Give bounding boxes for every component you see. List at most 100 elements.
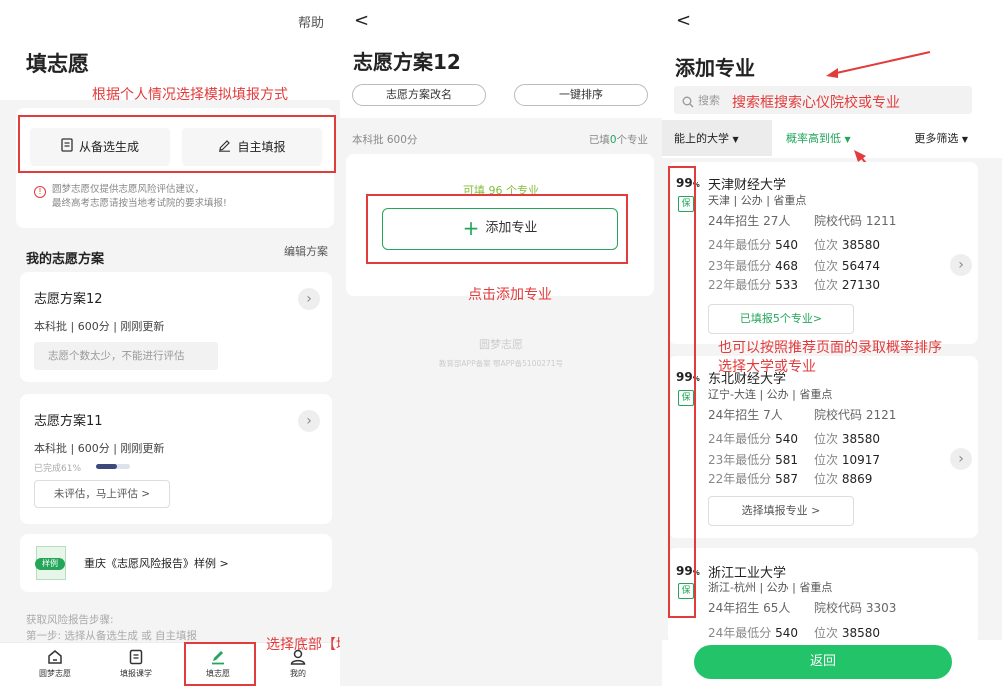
rank-row: 位次 56474 — [814, 259, 881, 273]
highlight-add-major — [366, 194, 628, 264]
caret-down-icon: ▼ — [961, 135, 968, 144]
filled-count: 已填0个专业 — [589, 132, 648, 147]
score-row: 22年最低分 587 — [708, 472, 799, 486]
my-plans-heading: 我的志愿方案 — [26, 252, 105, 267]
rank-row: 位次 38580 — [814, 238, 881, 252]
annotation-click-add: 点击添加专业 — [468, 287, 552, 303]
report-sample-card[interactable]: 样例 重庆《志愿风险报告》样例 > — [20, 534, 332, 592]
score-row: 22年最低分 533 — [708, 278, 799, 292]
plan-meta: 本科批 | 600分 | 刚刚更新 — [34, 442, 165, 455]
score-row: 23年最低分 468 — [708, 259, 799, 273]
annotation-search: 搜索框搜索心仪院校或专业 — [732, 95, 900, 111]
filter-reachable-label: 能上的大学 — [674, 132, 729, 145]
university-location: 辽宁-大连 | 公办 | 省重点 — [708, 388, 833, 401]
progress-bar — [96, 464, 130, 469]
watermark-logo: 圆梦志愿 — [479, 338, 523, 351]
plan-card-11[interactable]: 志愿方案11 › 本科批 | 600分 | 刚刚更新 已完成61% 未评估，马上… — [20, 394, 332, 524]
edit-plans-link[interactable]: 编辑方案 — [284, 243, 328, 259]
nav-label: 填报课学 — [120, 669, 152, 678]
filter-probability[interactable]: 概率高到低 ▼ — [786, 130, 851, 146]
chevron-right-icon: › — [950, 448, 972, 470]
progress-text: 已完成61% — [34, 464, 82, 474]
university-card[interactable]: 99% 保 东北财经大学 辽宁-大连 | 公办 | 省重点 24年招生 7人 院… — [668, 356, 978, 538]
annotation-arrow-search — [826, 51, 931, 78]
university-card[interactable]: 99% 保 浙江工业大学 浙江-杭州 | 公办 | 省重点 24年招生 65人 … — [668, 548, 978, 644]
help-link[interactable]: 帮助 — [298, 12, 324, 31]
school-code: 院校代码 2121 — [814, 408, 897, 422]
filter-more-label: 更多筛选 — [914, 132, 959, 145]
notice-text: 圆梦志愿仅提供志愿风险评估建议， 最终高考志愿请按当地考试院的要求填报! — [52, 183, 227, 211]
report-steps: 获取风险报告步骤: 第一步: 选择从备选生成 或 自主填报 — [26, 612, 197, 644]
caret-down-icon: ▼ — [844, 135, 851, 144]
plan-name: 志愿方案11 — [34, 414, 103, 429]
annotation-sort-line-1: 也可以按照推荐页面的录取概率排序 — [718, 340, 942, 356]
page-title: 填志愿 — [26, 52, 89, 76]
rank-row: 位次 8869 — [814, 472, 873, 486]
filled-number: 0 — [609, 134, 617, 146]
rank-row: 位次 27130 — [814, 278, 881, 292]
one-click-sort-button[interactable]: 一键排序 — [514, 84, 648, 106]
score-row: 24年最低分 540 — [708, 432, 799, 446]
plan-name: 志愿方案12 — [34, 292, 103, 307]
progress-fill — [96, 464, 117, 469]
filled-majors-button[interactable]: 已填报5个专业> — [708, 304, 854, 334]
highlight-probability-column — [668, 166, 696, 618]
enroll-info: 24年招生 7人 — [708, 408, 783, 422]
search-placeholder: 搜索 — [698, 94, 720, 107]
report-thumbnail: 样例 — [35, 546, 66, 580]
nav-label: 我的 — [290, 669, 306, 678]
notice-line-2: 最终高考志愿请按当地考试院的要求填报! — [52, 198, 227, 209]
school-code: 院校代码 3303 — [814, 601, 897, 615]
enroll-info: 24年招生 65人 — [708, 601, 791, 615]
nav-learn[interactable]: 填报课学 — [106, 648, 166, 679]
score-row: 23年最低分 581 — [708, 453, 799, 467]
back-icon[interactable]: < — [354, 10, 369, 31]
rank-row: 位次 38580 — [814, 626, 881, 640]
footer-icp: 教育部APP备案 鄂APP备5100271号 — [438, 359, 564, 368]
evaluate-now-button[interactable]: 未评估，马上评估 > — [34, 480, 170, 508]
plan-meta: 本科批 | 600分 | 刚刚更新 — [34, 320, 165, 333]
choose-major-button[interactable]: 选择填报专业 > — [708, 496, 854, 526]
annotation-sort-line-2: 选择大学或专业 — [718, 359, 816, 375]
chevron-right-icon: › — [298, 410, 320, 432]
add-major-screen: < 添加专业 搜索 搜索框搜索心仪院校或专业 能上的大学 ▼ 概率高到低 ▼ 更… — [662, 0, 1002, 686]
plan-hint: 志愿个数太少，不能进行评估 — [34, 342, 218, 370]
filter-reachable[interactable]: 能上的大学 ▼ — [674, 130, 739, 146]
nav-home[interactable]: 圆梦志愿 — [25, 648, 85, 679]
sample-badge: 样例 — [35, 558, 65, 570]
caret-down-icon: ▼ — [732, 135, 739, 144]
rank-row: 位次 10917 — [814, 453, 881, 467]
steps-title: 获取风险报告步骤: — [26, 614, 114, 626]
university-location: 浙江-杭州 | 公办 | 省重点 — [708, 581, 833, 594]
return-button[interactable]: 返回 — [694, 645, 952, 679]
filter-more[interactable]: 更多筛选 ▼ — [914, 130, 968, 146]
plan-detail-screen: < 志愿方案12 志愿方案改名 一键排序 本科批 600分 已填0个专业 可填 … — [340, 0, 662, 686]
score-row: 24年最低分 540 — [708, 238, 799, 252]
annotation-choose-method: 根据个人情况选择模拟填报方式 — [92, 87, 288, 103]
notice-line-1: 圆梦志愿仅提供志愿风险评估建议， — [52, 184, 205, 195]
highlight-method-buttons — [18, 115, 336, 173]
annotation-choose-tab: 选择底部【填志愿】项 — [266, 637, 340, 653]
batch-info: 本科批 600分 — [352, 134, 418, 146]
plan-card-12[interactable]: 志愿方案12 › 本科批 | 600分 | 刚刚更新 志愿个数太少，不能进行评估 — [20, 272, 332, 382]
search-icon — [682, 93, 694, 112]
home-icon — [48, 650, 62, 664]
rank-row: 位次 38580 — [814, 432, 881, 446]
back-icon[interactable]: < — [676, 10, 691, 31]
page-title: 志愿方案12 — [353, 50, 461, 74]
report-sample-link: 重庆《志愿风险报告》样例 > — [84, 557, 229, 570]
warning-icon: ! — [34, 186, 46, 198]
school-code: 院校代码 1211 — [814, 214, 897, 228]
university-name: 天津财经大学 — [708, 178, 787, 193]
chevron-right-icon: › — [950, 254, 972, 276]
chevron-right-icon: › — [298, 288, 320, 310]
nav-label: 圆梦志愿 — [39, 669, 71, 678]
page-title: 添加专业 — [675, 56, 755, 80]
university-card[interactable]: 99% 保 天津财经大学 天津 | 公办 | 省重点 24年招生 27人 院校代… — [668, 162, 978, 344]
book-icon — [129, 649, 143, 665]
fill-volunteer-screen: 帮助 填志愿 根据个人情况选择模拟填报方式 从备选生成 自主填报 ! 圆梦志愿仅… — [0, 0, 340, 686]
university-location: 天津 | 公办 | 省重点 — [708, 194, 807, 207]
rename-plan-button[interactable]: 志愿方案改名 — [352, 84, 486, 106]
filled-suffix: 个专业 — [616, 134, 649, 146]
filled-prefix: 已填 — [588, 134, 610, 146]
